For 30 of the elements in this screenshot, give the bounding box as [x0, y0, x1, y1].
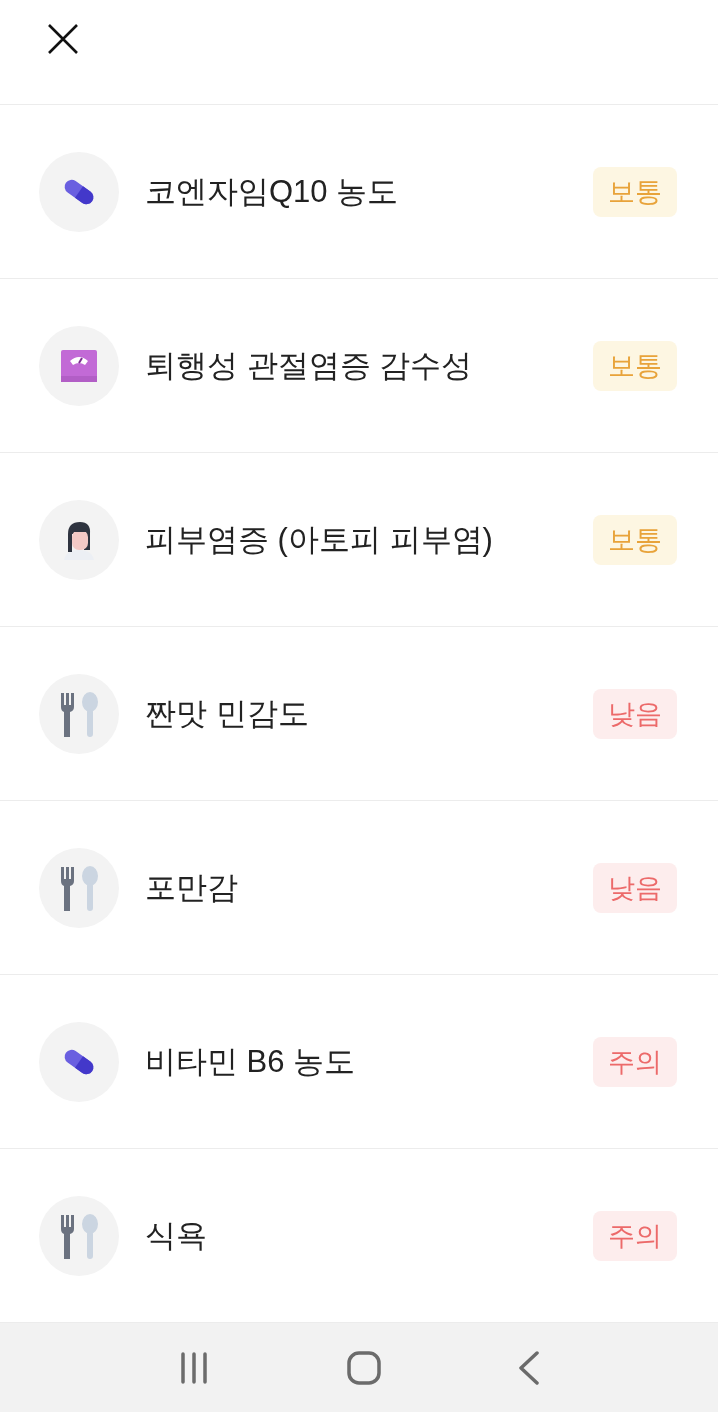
list-item[interactable]: 비타민 B6 농도 주의 [0, 975, 718, 1150]
item-label: 비타민 B6 농도 [145, 1042, 357, 1081]
list-item[interactable]: 피부염증 (아토피 피부염) 보통 [0, 453, 718, 628]
status-badge: 보통 [593, 340, 677, 391]
close-icon [47, 23, 79, 55]
status-badge: 주의 [593, 1210, 677, 1261]
status-badge: 주의 [593, 1036, 677, 1087]
list-item[interactable]: 짠맛 민감도 낮음 [0, 627, 718, 802]
scale-icon [61, 349, 97, 382]
item-label: 포만감 [145, 868, 239, 907]
close-button[interactable] [46, 22, 80, 56]
item-label: 코엔자임Q10 농도 [145, 172, 400, 211]
person-icon [62, 519, 96, 560]
status-badge: 보통 [593, 514, 677, 565]
item-label: 짠맛 민감도 [145, 694, 310, 733]
back-icon [517, 1350, 540, 1385]
utensils-icon [59, 864, 99, 911]
status-badge: 보통 [593, 166, 677, 217]
item-label: 식욕 [145, 1216, 208, 1255]
list-item[interactable]: 퇴행성 관절염증 감수성 보통 [0, 279, 718, 454]
item-label: 퇴행성 관절염증 감수성 [145, 346, 474, 385]
status-badge: 낮음 [593, 688, 677, 739]
item-label: 피부염증 (아토피 피부염) [145, 520, 494, 559]
list-item[interactable]: 포만감 낮음 [0, 801, 718, 976]
status-badge: 낮음 [593, 862, 677, 913]
utensils-icon [59, 1212, 99, 1259]
list-item[interactable]: 식욕 주의 [0, 1149, 718, 1324]
home-icon [347, 1350, 381, 1385]
utensils-icon [59, 690, 99, 737]
list-item[interactable]: 코엔자임Q10 농도 보통 [0, 105, 718, 280]
